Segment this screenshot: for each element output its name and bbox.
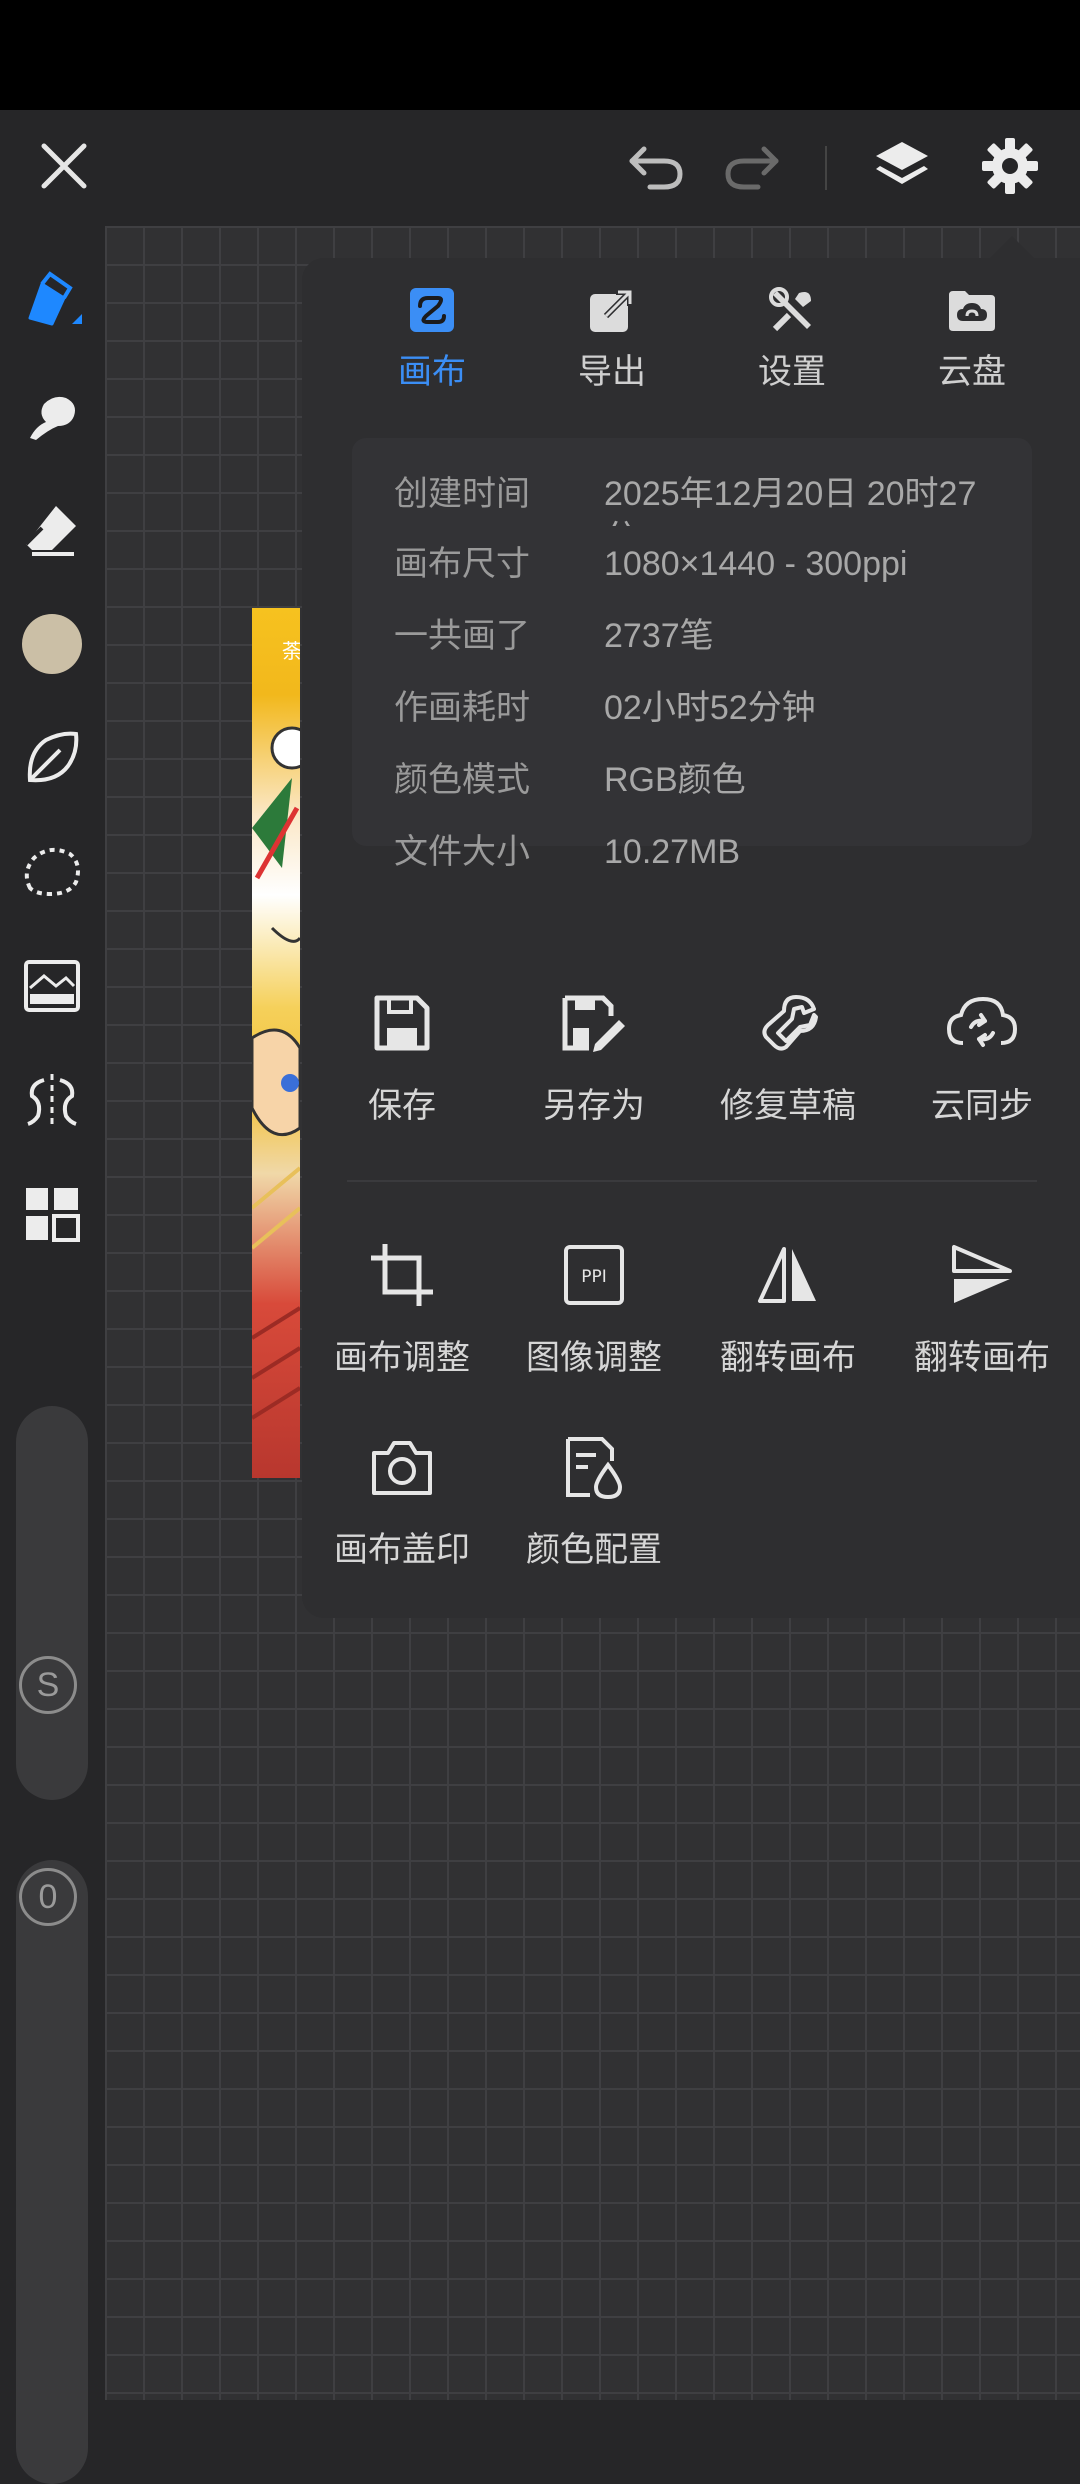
tab-settings[interactable]: 设置 xyxy=(702,278,882,398)
crop-icon xyxy=(302,1230,502,1320)
image-tool-icon[interactable] xyxy=(12,946,92,1026)
panel-divider xyxy=(347,1180,1037,1182)
repair-draft-button[interactable]: 修复草稿 xyxy=(688,978,888,1138)
info-value: 2737笔 xyxy=(604,617,714,655)
opacity-knob[interactable]: 0 xyxy=(19,1868,77,1926)
cloud-drive-icon xyxy=(882,278,1062,342)
canvas-adjust-label: 画布调整 xyxy=(334,1339,470,1377)
info-key: 一共画了 xyxy=(394,617,530,655)
canvas-stamp-button[interactable]: 画布盖印 xyxy=(302,1422,502,1582)
canvas-info-card: 创建时间 2025年12月20日 20时27分 画布尺寸 1080×1440 -… xyxy=(352,438,1032,871)
save-as-label: 另存为 xyxy=(543,1087,645,1125)
info-value: 02小时52分钟 xyxy=(604,689,816,727)
image-adjust-label: 图像调整 xyxy=(526,1339,662,1377)
gear-icon[interactable] xyxy=(970,126,1050,206)
tools-icon xyxy=(702,278,882,342)
info-key: 颜色模式 xyxy=(394,761,530,799)
tab-cloud-drive-label: 云盘 xyxy=(938,353,1006,391)
color-profile-icon xyxy=(494,1422,694,1512)
flip-vertical-icon xyxy=(882,1230,1080,1320)
artwork-preview: 荼 xyxy=(252,608,300,1478)
info-value: RGB颜色 xyxy=(604,761,746,799)
left-toolbar: S 0 xyxy=(0,226,105,2484)
save-as-icon xyxy=(494,978,694,1068)
undo-icon[interactable] xyxy=(616,126,696,206)
info-row-color-mode: 颜色模式 RGB颜色 xyxy=(352,758,1032,828)
color-profile-label: 颜色配置 xyxy=(526,1531,662,1569)
info-key: 创建时间 xyxy=(394,475,530,513)
brush-tool-icon[interactable] xyxy=(12,262,92,342)
info-key: 画布尺寸 xyxy=(394,545,530,583)
symmetry-tool-icon[interactable] xyxy=(12,1060,92,1140)
grid-menu-icon[interactable] xyxy=(12,1174,92,1254)
color-picker-swatch[interactable] xyxy=(12,604,92,684)
repair-draft-label: 修复草稿 xyxy=(720,1087,856,1125)
save-button[interactable]: 保存 xyxy=(302,978,502,1138)
save-as-button[interactable]: 另存为 xyxy=(494,978,694,1138)
canvas-icon xyxy=(342,278,522,342)
brush-size-slider[interactable] xyxy=(16,1406,88,1800)
info-row-created: 创建时间 2025年12月20日 20时27分 xyxy=(352,472,1032,542)
eraser-tool-icon[interactable] xyxy=(12,490,92,570)
shape-tool-icon[interactable] xyxy=(12,718,92,798)
tab-export-label: 导出 xyxy=(578,353,646,391)
flip-horizontal-label: 翻转画布 xyxy=(720,1339,856,1377)
top-bar xyxy=(0,110,1080,226)
redo-icon[interactable] xyxy=(712,126,792,206)
smudge-tool-icon[interactable] xyxy=(12,376,92,456)
info-value: 10.27MB xyxy=(604,833,741,871)
panel-tabs: 画布 导出 设置 云盘 xyxy=(302,258,1080,408)
info-row-duration: 作画耗时 02小时52分钟 xyxy=(352,686,1032,756)
topbar-divider xyxy=(825,146,827,190)
panel-pointer xyxy=(990,236,1034,258)
cloud-sync-label: 云同步 xyxy=(931,1087,1033,1125)
wrench-icon xyxy=(688,978,888,1068)
close-icon[interactable] xyxy=(24,126,104,206)
info-row-size: 画布尺寸 1080×1440 - 300ppi xyxy=(352,542,1032,612)
svg-text:PPI: PPI xyxy=(581,1267,607,1287)
image-adjust-button[interactable]: PPI 图像调整 xyxy=(494,1230,694,1390)
info-row-strokes: 一共画了 2737笔 xyxy=(352,614,1032,684)
tab-settings-label: 设置 xyxy=(758,353,826,391)
flip-horizontal-icon xyxy=(688,1230,888,1320)
canvas-stamp-label: 画布盖印 xyxy=(334,1531,470,1569)
save-icon xyxy=(302,978,502,1068)
tab-canvas-label: 画布 xyxy=(398,353,466,391)
flip-vertical-button[interactable]: 翻转画布 xyxy=(882,1230,1080,1390)
info-key: 文件大小 xyxy=(394,833,530,871)
info-value: 1080×1440 - 300ppi xyxy=(604,545,908,583)
cloud-sync-button[interactable]: 云同步 xyxy=(882,978,1080,1138)
export-icon xyxy=(522,278,702,342)
canvas-adjust-button[interactable]: 画布调整 xyxy=(302,1230,502,1390)
flip-vertical-label: 翻转画布 xyxy=(914,1339,1050,1377)
camera-icon xyxy=(302,1422,502,1512)
info-row-file-size: 文件大小 10.27MB xyxy=(352,830,1032,900)
status-bar xyxy=(0,0,1080,110)
brush-size-label: S xyxy=(36,1665,60,1704)
flip-horizontal-button[interactable]: 翻转画布 xyxy=(688,1230,888,1390)
tab-export[interactable]: 导出 xyxy=(522,278,702,398)
cloud-sync-icon xyxy=(882,978,1080,1068)
opacity-slider[interactable] xyxy=(16,1860,88,2484)
lasso-selection-icon[interactable] xyxy=(12,832,92,912)
layers-icon[interactable] xyxy=(862,126,942,206)
opacity-label: 0 xyxy=(38,1877,58,1916)
color-profile-button[interactable]: 颜色配置 xyxy=(494,1422,694,1582)
info-key: 作画耗时 xyxy=(394,689,530,727)
info-value: 2025年12月20日 20时27分 xyxy=(604,475,977,526)
save-label: 保存 xyxy=(368,1087,436,1125)
tab-cloud-drive[interactable]: 云盘 xyxy=(882,278,1062,398)
tab-canvas[interactable]: 画布 xyxy=(342,278,522,398)
canvas-menu-panel: 画布 导出 设置 云盘 创建时间 2025年12月20日 20时27分 画布 xyxy=(302,258,1080,1618)
ppi-icon: PPI xyxy=(494,1230,694,1320)
svg-text:荼: 荼 xyxy=(282,639,300,663)
brush-size-knob[interactable]: S xyxy=(19,1656,77,1714)
